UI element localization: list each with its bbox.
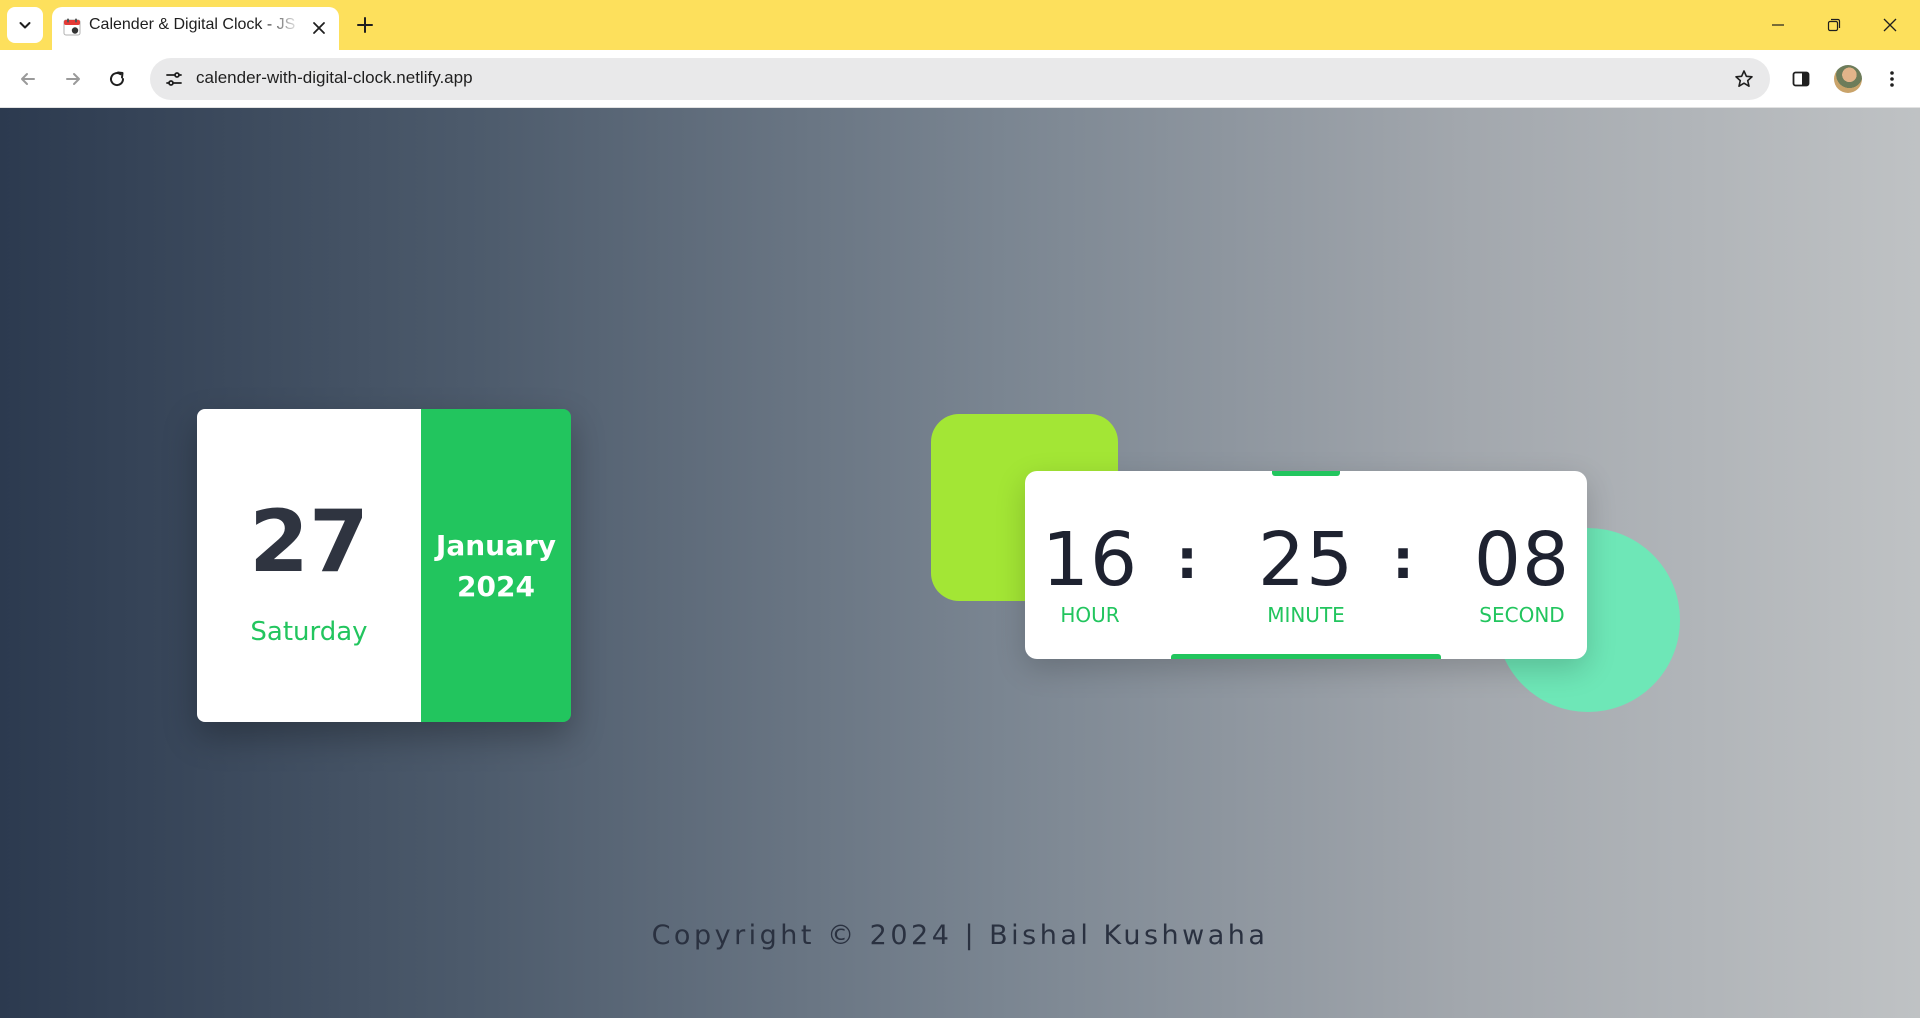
minimize-icon: [1772, 24, 1784, 26]
clock-card: 16 HOUR : 25 MINUTE : 08 SECOND: [1025, 471, 1587, 659]
minute-value: 25: [1257, 517, 1355, 603]
back-button[interactable]: [10, 61, 46, 97]
day-number: 27: [249, 492, 369, 592]
profile-avatar[interactable]: [1834, 65, 1862, 93]
arrow-right-icon: [66, 73, 80, 85]
time-separator: :: [1176, 528, 1198, 591]
restore-icon: [1827, 18, 1841, 32]
hour-label: HOUR: [1060, 603, 1120, 627]
second-value: 08: [1473, 517, 1571, 603]
restore-button[interactable]: [1806, 0, 1862, 50]
tab-search-button[interactable]: [7, 7, 43, 43]
hour-value: 16: [1041, 517, 1139, 603]
copyright-footer: Copyright © 2024 | Bishal Kushwaha: [651, 920, 1269, 951]
tab-strip: Calender & Digital Clock - JS Mini Proje…: [0, 0, 1920, 50]
url-text[interactable]: calender-with-digital-clock.netlify.app: [196, 68, 473, 88]
date-day-panel: 27 Saturday: [197, 409, 421, 722]
star-icon: [1735, 70, 1753, 87]
weekday-label: Saturday: [250, 617, 368, 647]
calendar-icon: [63, 18, 81, 36]
second-unit: 08 SECOND: [1457, 523, 1587, 625]
date-card: 27 Saturday January 2024: [197, 409, 571, 722]
hour-unit: 16 HOUR: [1025, 523, 1155, 625]
second-label: SECOND: [1479, 603, 1565, 627]
bookmark-button[interactable]: [1728, 63, 1760, 95]
close-window-button[interactable]: [1862, 0, 1918, 50]
tab-title: Calender & Digital Clock - JS Mini Proje…: [89, 16, 301, 33]
forward-button[interactable]: [55, 61, 91, 97]
minute-label: MINUTE: [1267, 603, 1345, 627]
chevron-down-icon: [19, 22, 31, 29]
close-icon: [313, 22, 325, 34]
page-content: 27 Saturday January 2024 16 HOUR : 25 MI…: [0, 108, 1920, 1018]
month-label: January: [435, 528, 557, 562]
browser-toolbar: calender-with-digital-clock.netlify.app: [0, 50, 1920, 108]
clock-accent-bottom: [1171, 654, 1441, 659]
arrow-left-icon: [21, 73, 35, 85]
year-label: 2024: [457, 569, 535, 603]
browser-tab[interactable]: Calender & Digital Clock - JS Mini Proje…: [52, 7, 339, 50]
tune-icon: [166, 72, 182, 86]
reload-icon: [110, 71, 125, 87]
tab-close-button[interactable]: [309, 18, 329, 38]
site-info-button[interactable]: [158, 63, 190, 95]
minimize-button[interactable]: [1750, 0, 1806, 50]
side-panel-button[interactable]: [1783, 61, 1819, 97]
browser-menu-button[interactable]: [1874, 61, 1910, 97]
kebab-menu-icon: [1890, 71, 1894, 87]
side-panel-icon: [1792, 71, 1810, 87]
close-icon: [1883, 18, 1897, 32]
date-month-panel: January 2024: [421, 409, 571, 722]
clock-accent-top: [1272, 471, 1340, 476]
plus-icon: [357, 17, 373, 33]
new-tab-button[interactable]: [351, 11, 379, 39]
minute-unit: 25 MINUTE: [1241, 523, 1371, 625]
address-bar[interactable]: calender-with-digital-clock.netlify.app: [150, 58, 1770, 100]
reload-button[interactable]: [99, 61, 135, 97]
time-separator: :: [1392, 528, 1414, 591]
